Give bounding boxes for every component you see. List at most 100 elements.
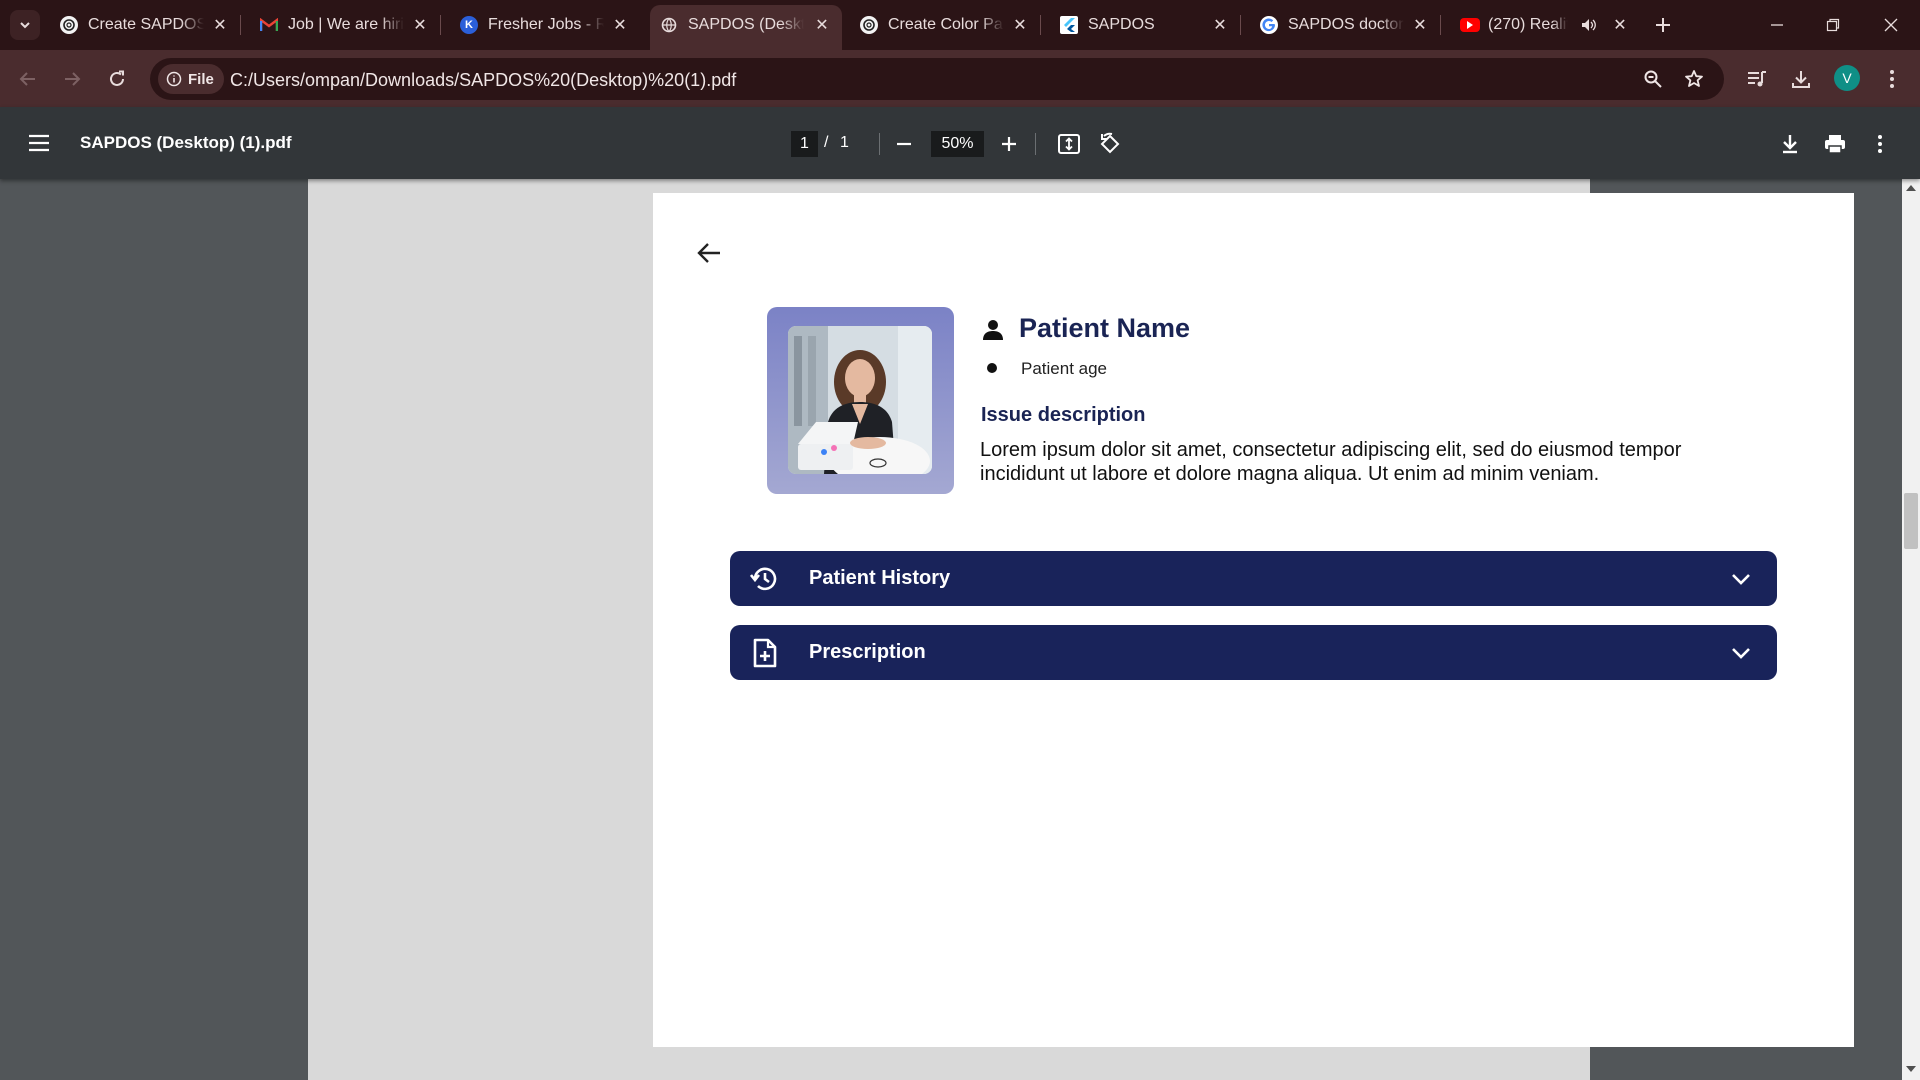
download-icon bbox=[1792, 71, 1810, 88]
zoom-in-button[interactable] bbox=[995, 130, 1023, 158]
pdf-sidebar-toggle[interactable] bbox=[26, 131, 52, 155]
close-icon[interactable]: ✕ bbox=[1010, 15, 1030, 35]
prescription-accordion: Prescription bbox=[730, 625, 1777, 680]
browser-menu-button[interactable] bbox=[1877, 64, 1907, 94]
chevron-down-icon bbox=[20, 22, 30, 29]
page-number-input[interactable]: 1 bbox=[791, 131, 818, 157]
zoom-out-icon bbox=[1644, 70, 1662, 88]
plus-icon bbox=[1656, 18, 1670, 32]
reload-icon bbox=[110, 70, 124, 86]
zoom-level-input[interactable]: 50% bbox=[931, 131, 984, 157]
pdf-download-button[interactable] bbox=[1776, 130, 1804, 158]
chatgpt-icon bbox=[60, 16, 78, 34]
info-icon bbox=[166, 71, 182, 87]
restore-icon bbox=[1826, 18, 1840, 32]
bookmark-button[interactable] bbox=[1681, 66, 1707, 92]
close-icon[interactable]: ✕ bbox=[610, 15, 630, 35]
tab-5[interactable]: SAPDOS ✕ bbox=[1050, 5, 1241, 45]
tab-divider bbox=[1240, 15, 1241, 35]
zoom-indicator-button[interactable] bbox=[1640, 66, 1666, 92]
pdf-document-area[interactable]: Patient Name Patient age Issue descripti… bbox=[0, 179, 1902, 1080]
close-icon[interactable]: ✕ bbox=[1210, 15, 1230, 35]
reload-button[interactable] bbox=[102, 64, 132, 94]
close-icon[interactable]: ✕ bbox=[812, 15, 832, 35]
patient-photo bbox=[788, 326, 932, 474]
rotate-button[interactable] bbox=[1096, 130, 1124, 158]
accordion-label: Prescription bbox=[809, 641, 926, 663]
pdf-toolbar: SAPDOS (Desktop) (1).pdf 1 / 1 50% bbox=[0, 107, 1920, 179]
speaker-icon[interactable] bbox=[1580, 16, 1598, 34]
accordion-label: Patient History bbox=[809, 567, 951, 589]
url-text[interactable]: C:/Users/ompan/Downloads/SAPDOS%20(Deskt… bbox=[230, 70, 736, 90]
minus-icon bbox=[897, 142, 911, 146]
browser-toolbar: File C:/Users/ompan/Downloads/SAPDOS%20(… bbox=[0, 50, 1920, 107]
tab-0[interactable]: Create SAPDOS D ✕ bbox=[50, 5, 241, 45]
print-icon bbox=[1825, 135, 1845, 154]
tab-title: Create Color Pale bbox=[888, 16, 1004, 33]
vertical-scrollbar[interactable] bbox=[1902, 179, 1920, 1080]
youtube-icon bbox=[1460, 18, 1480, 32]
bullet-icon bbox=[987, 363, 997, 373]
history-icon bbox=[750, 564, 780, 594]
page-total: 1 bbox=[840, 134, 849, 151]
close-icon[interactable]: ✕ bbox=[1410, 15, 1430, 35]
plus-icon bbox=[1002, 137, 1016, 151]
site-info-label: File bbox=[188, 70, 214, 88]
tab-1[interactable]: Job | We are hiring ✕ bbox=[250, 5, 441, 45]
restore-button[interactable] bbox=[1810, 10, 1856, 40]
tab-title: SAPDOS (Desktop bbox=[688, 16, 804, 33]
media-control-button[interactable] bbox=[1742, 64, 1772, 94]
forward-button[interactable] bbox=[57, 64, 87, 94]
chevron-down-icon bbox=[1729, 567, 1753, 591]
toolbar-divider bbox=[1035, 133, 1036, 155]
page-separator: / bbox=[824, 134, 829, 151]
issue-description-text: Lorem ipsum dolor sit amet, consectetur … bbox=[980, 439, 1682, 485]
scroll-up-arrow-icon[interactable] bbox=[1906, 185, 1916, 191]
tab-2[interactable]: K Fresher Jobs - Re ✕ bbox=[450, 5, 640, 45]
tab-strip: Create SAPDOS D ✕ Job | We are hiring ✕ … bbox=[0, 0, 1920, 50]
arrow-right-icon bbox=[65, 72, 81, 86]
minimize-icon bbox=[1771, 24, 1783, 26]
menu-icon bbox=[29, 134, 49, 152]
address-bar[interactable]: File C:/Users/ompan/Downloads/SAPDOS%20(… bbox=[150, 58, 1724, 100]
playlist-icon bbox=[1748, 71, 1766, 87]
prescription-icon bbox=[750, 638, 780, 668]
downloads-button[interactable] bbox=[1786, 64, 1816, 94]
profile-avatar[interactable]: V bbox=[1834, 65, 1860, 91]
google-icon bbox=[1260, 16, 1278, 34]
issue-description-heading: Issue description bbox=[981, 404, 1146, 426]
tab-3-active[interactable]: SAPDOS (Desktop ✕ bbox=[650, 5, 842, 50]
patient-history-accordion: Patient History bbox=[730, 551, 1777, 606]
tab-title: SAPDOS doctor bbox=[1288, 16, 1404, 33]
tab-divider bbox=[1440, 15, 1441, 35]
pdf-more-button[interactable] bbox=[1866, 130, 1894, 158]
tab-6[interactable]: SAPDOS doctor ✕ bbox=[1250, 5, 1441, 45]
patient-photo-frame bbox=[767, 307, 954, 494]
new-tab-button[interactable] bbox=[1650, 12, 1676, 38]
tab-4[interactable]: Create Color Pale ✕ bbox=[850, 5, 1041, 45]
minimize-button[interactable] bbox=[1754, 10, 1800, 40]
patient-age: Patient age bbox=[1021, 359, 1108, 378]
print-button[interactable] bbox=[1821, 130, 1849, 158]
more-vertical-icon bbox=[1878, 135, 1882, 153]
tab-divider bbox=[1040, 15, 1041, 35]
k-icon: K bbox=[460, 16, 478, 34]
close-icon[interactable]: ✕ bbox=[210, 15, 230, 35]
tab-title: Create SAPDOS D bbox=[88, 16, 204, 33]
tab-search-button[interactable] bbox=[10, 10, 40, 40]
close-icon[interactable]: ✕ bbox=[1610, 15, 1630, 35]
design-frame: Patient Name Patient age Issue descripti… bbox=[653, 193, 1854, 1047]
scroll-down-arrow-icon[interactable] bbox=[1906, 1066, 1916, 1072]
back-button[interactable] bbox=[13, 64, 43, 94]
site-info-chip[interactable]: File bbox=[158, 64, 224, 94]
tab-title: SAPDOS bbox=[1088, 16, 1155, 33]
star-icon bbox=[1685, 70, 1703, 87]
close-icon[interactable]: ✕ bbox=[410, 15, 430, 35]
tab-7[interactable]: (270) Reality ✕ bbox=[1450, 5, 1640, 45]
zoom-out-button[interactable] bbox=[890, 130, 918, 158]
fit-page-button[interactable] bbox=[1055, 130, 1083, 158]
scrollbar-thumb[interactable] bbox=[1904, 493, 1918, 549]
back-arrow-icon bbox=[693, 237, 725, 269]
chatgpt-icon bbox=[860, 16, 878, 34]
close-window-button[interactable] bbox=[1868, 10, 1914, 40]
